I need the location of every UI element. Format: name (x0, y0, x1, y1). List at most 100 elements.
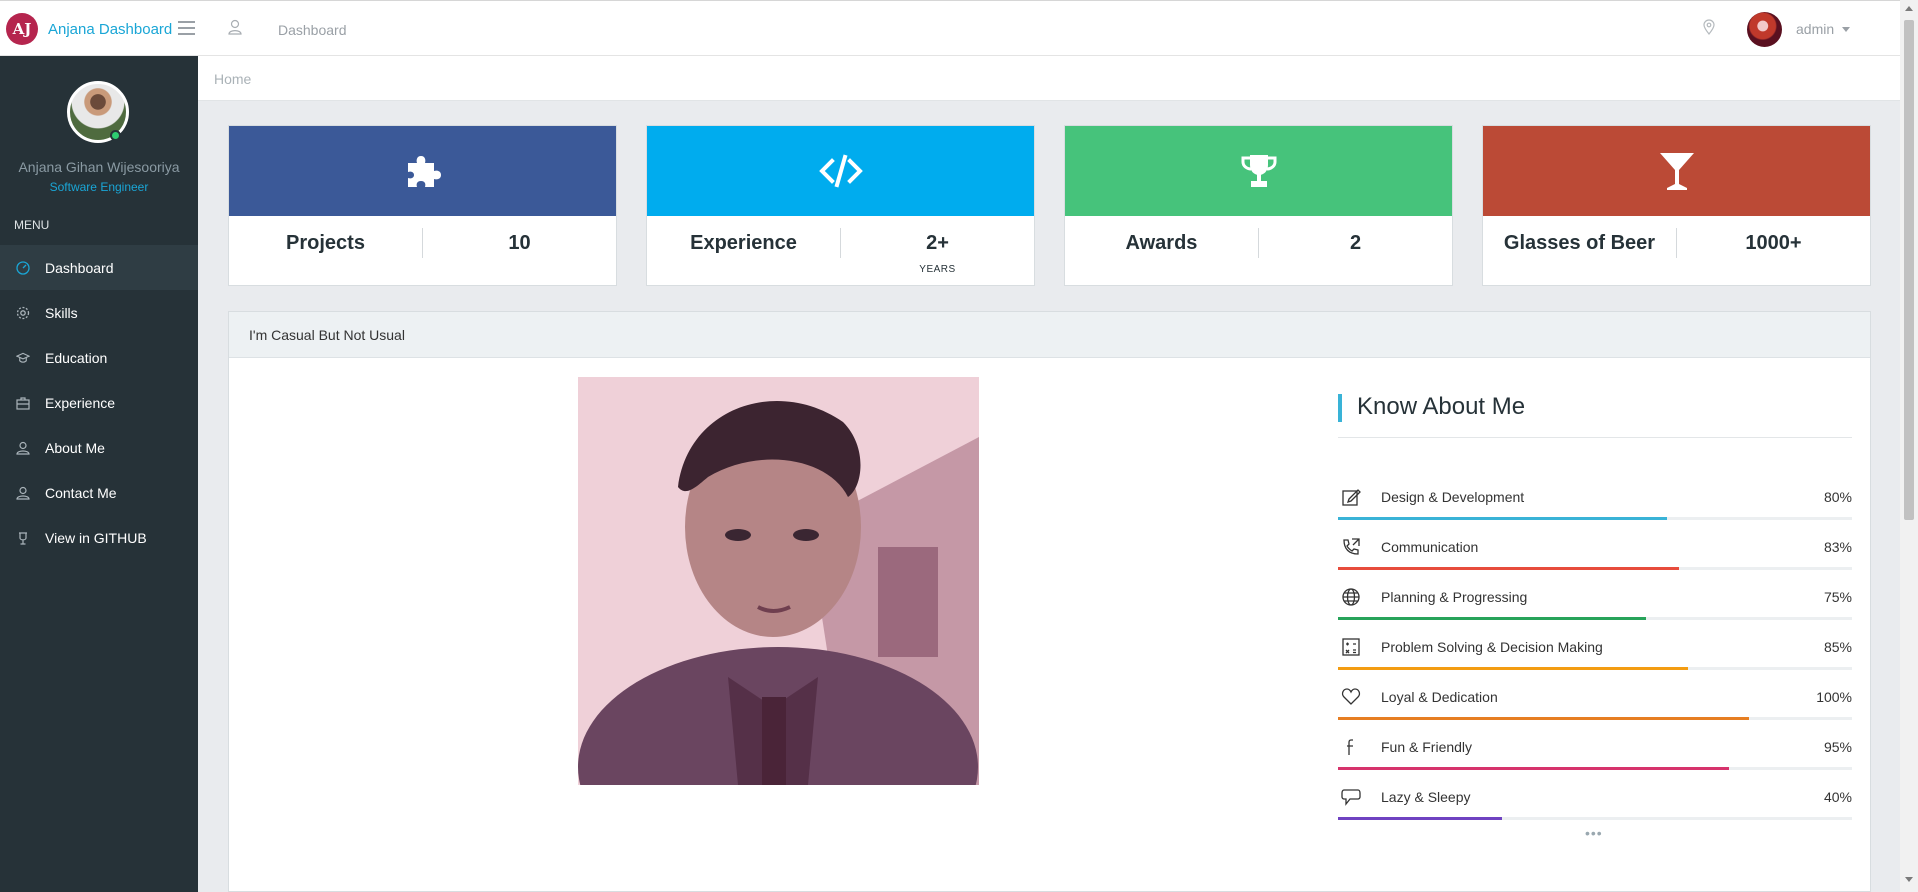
skill-progress-track (1338, 767, 1852, 770)
scroll-thumb[interactable] (1904, 20, 1914, 520)
skill-percent: 75% (1823, 589, 1852, 605)
skill-name: Fun & Friendly (1381, 739, 1473, 755)
card-header (1065, 126, 1452, 216)
facebook-icon (1347, 739, 1353, 755)
sidebar: Anjana Gihan Wijesooriya Software Engine… (0, 56, 198, 892)
code-icon (818, 154, 863, 188)
brand-name[interactable]: Anjana Dashboard (48, 21, 172, 38)
online-status-icon (110, 130, 121, 141)
skill-percent: 83% (1823, 539, 1852, 555)
skill-progress-bar (1338, 517, 1667, 520)
skill-progress-bar (1338, 567, 1680, 570)
sidebar-item-label: Dashboard (45, 259, 114, 276)
stat-card-glasses-of-beer: Glasses of Beer 1000+ (1482, 125, 1871, 286)
skill-progress-track (1338, 517, 1852, 520)
sidebar-item-github[interactable]: View in GITHUB (0, 515, 198, 560)
skill-progress-bar (1338, 667, 1688, 670)
skill-name: Planning & Progressing (1381, 589, 1528, 605)
skill-progress-bar (1338, 617, 1647, 620)
profile-name: Anjana Gihan Wijesooriya (18, 159, 180, 175)
user-icon (16, 486, 30, 500)
sidebar-item-label: Experience (45, 394, 116, 411)
scroll-down-icon[interactable] (1905, 877, 1913, 882)
briefcase-icon (16, 396, 30, 410)
skill-progress-bar (1338, 767, 1729, 770)
skill-name: Problem Solving & Decision Making (1381, 639, 1603, 655)
skill-item: Lazy & Sleepy 40% (1338, 775, 1852, 825)
about-panel: I'm Casual But Not Usual Know About Me D… (228, 311, 1871, 892)
heart-icon (1341, 688, 1361, 705)
breadcrumb-home[interactable]: Home (214, 71, 251, 87)
skill-progress-bar (1338, 717, 1750, 720)
sidebar-item-education[interactable]: Education (0, 335, 198, 380)
skill-name: Design & Development (1381, 489, 1525, 505)
edit-icon (1342, 489, 1361, 506)
phone-icon (1343, 538, 1360, 555)
stat-card-awards: Awards 2 (1064, 125, 1453, 286)
github-icon (16, 531, 30, 545)
title-accent (1338, 394, 1342, 422)
card-header (647, 126, 1034, 216)
user-menu-label[interactable]: admin (1796, 21, 1834, 37)
puzzle-icon (407, 156, 441, 187)
skill-percent: 40% (1823, 789, 1852, 805)
gear-icon (16, 306, 30, 320)
scroll-up-icon[interactable] (1905, 6, 1913, 11)
skill-item: Planning & Progressing 75% (1338, 575, 1852, 625)
skill-name: Communication (1381, 539, 1479, 555)
skill-progress-track (1338, 717, 1852, 720)
breadcrumb: Home (198, 56, 1900, 101)
card-value: 10 (508, 232, 531, 254)
card-value: 2+ (926, 232, 949, 254)
sidebar-item-label: View in GITHUB (45, 529, 147, 546)
comment-icon (1341, 789, 1361, 806)
sidebar-item-dashboard[interactable]: Dashboard (0, 245, 198, 290)
card-label: Glasses of Beer (1503, 232, 1656, 254)
sidebar-item-experience[interactable]: Experience (0, 380, 198, 425)
skill-percent: 100% (1816, 689, 1852, 705)
sidebar-item-contact-me[interactable]: Contact Me (0, 470, 198, 515)
globe-icon (1342, 588, 1360, 606)
skill-progress-bar (1338, 817, 1503, 820)
skill-percent: 80% (1823, 489, 1852, 505)
scrollbar[interactable] (1900, 0, 1918, 892)
skill-progress-track (1338, 567, 1852, 570)
card-value: 1000+ (1745, 232, 1802, 254)
card-unit: YEARS (919, 264, 956, 275)
skill-item: Fun & Friendly 95% (1338, 725, 1852, 775)
hamburger-menu-icon[interactable] (178, 21, 195, 36)
divider (1338, 437, 1852, 438)
skill-name: Lazy & Sleepy (1381, 789, 1471, 805)
user-icon (16, 441, 30, 455)
glass-icon (1659, 153, 1694, 190)
top-navbar: AJ Anjana Dashboard Dashboard admin (0, 0, 1900, 56)
graduation-cap-icon (16, 351, 30, 365)
skill-item: Problem Solving & Decision Making 85% (1338, 625, 1852, 675)
skill-item: Communication 83% (1338, 525, 1852, 575)
calculator-icon (1342, 638, 1360, 656)
card-value: 2 (1349, 232, 1362, 254)
sidebar-item-skills[interactable]: Skills (0, 290, 198, 335)
card-header (229, 126, 616, 216)
sidebar-item-about-me[interactable]: About Me (0, 425, 198, 470)
skill-name: Loyal & Dedication (1381, 689, 1498, 705)
card-label: Experience (690, 232, 797, 254)
location-pin-icon[interactable] (1703, 19, 1715, 35)
menu-heading: MENU (14, 218, 50, 232)
skill-percent: 85% (1823, 639, 1852, 655)
gauge-icon (16, 260, 30, 275)
avatar[interactable] (1747, 12, 1782, 47)
stat-card-experience: Experience 2+ YEARS (646, 125, 1035, 286)
more-dots-icon[interactable]: ••• (1585, 825, 1603, 841)
sidebar-item-label: Contact Me (45, 484, 117, 501)
sidebar-item-label: Skills (45, 304, 78, 321)
user-icon[interactable] (228, 19, 242, 35)
skill-item: Loyal & Dedication 100% (1338, 675, 1852, 725)
trophy-icon (1241, 155, 1276, 187)
brand-logo[interactable]: AJ (6, 13, 38, 45)
skill-progress-track (1338, 817, 1852, 820)
skill-percent: 95% (1823, 739, 1852, 755)
skill-item: Design & Development 80% (1338, 475, 1852, 525)
sidebar-item-label: Education (45, 349, 108, 366)
chevron-down-icon[interactable] (1842, 27, 1850, 32)
